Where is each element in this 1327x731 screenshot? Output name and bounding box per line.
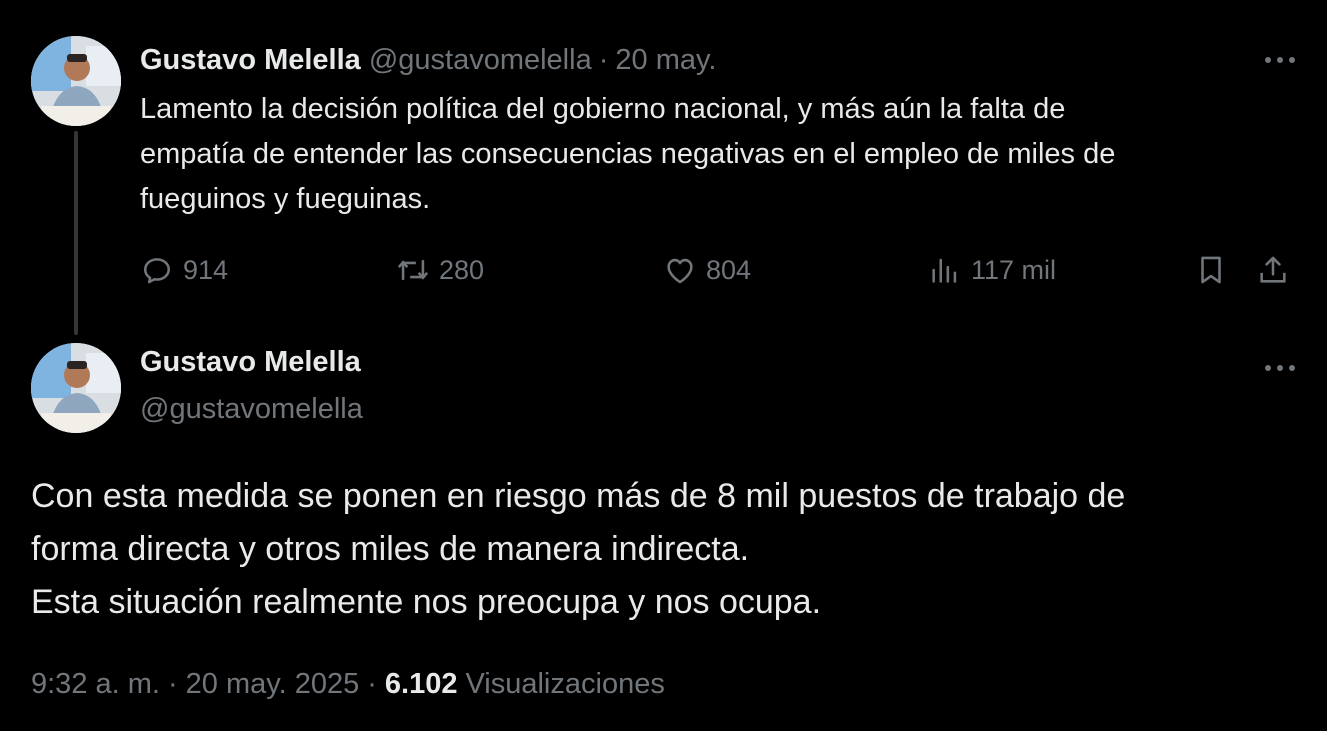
tweet-text-line: Esta situación realmente nos preocupa y …	[31, 583, 822, 621]
separator-dot: ·	[167, 668, 178, 700]
reply-button[interactable]: 914	[140, 248, 228, 292]
views-count: 6.102	[384, 668, 458, 700]
like-button[interactable]: 804	[663, 248, 751, 292]
share-button[interactable]	[1256, 248, 1290, 292]
retweet-count: 280	[439, 254, 485, 285]
author-name[interactable]: Gustavo Melella	[140, 44, 361, 77]
avatar[interactable]	[31, 36, 121, 126]
author-handle[interactable]: @gustavomelella	[369, 44, 592, 77]
like-icon	[667, 258, 693, 284]
tweet-thread: Gustavo Melella @gustavomelella · 20 may…	[0, 0, 1327, 731]
views-icon	[932, 258, 957, 283]
separator-dot: ·	[367, 668, 377, 700]
tweet-text: Lamento la decisión política del gobiern…	[140, 93, 1116, 215]
bookmark-button[interactable]	[1194, 248, 1228, 292]
share-icon	[1260, 256, 1286, 283]
reply-icon	[143, 258, 171, 284]
more-icon	[1265, 365, 1295, 371]
retweet-icon	[397, 260, 429, 280]
separator-dot: ·	[598, 43, 609, 76]
views-label: Visualizaciones	[465, 668, 665, 700]
retweet-button[interactable]: 280	[396, 248, 484, 292]
tweet-full-date[interactable]: 20 may. 2025	[186, 668, 360, 701]
thread-connector-line	[74, 131, 78, 335]
tweet-text-line: forma directa y otros miles de manera in…	[31, 530, 750, 568]
more-options-button[interactable]	[1260, 356, 1300, 380]
views-count: 117 mil	[971, 254, 1057, 285]
author-handle[interactable]: @gustavomelella	[140, 393, 363, 426]
tweet-actions: 914 280 804 117 mil	[140, 248, 1310, 292]
avatar[interactable]	[31, 343, 121, 433]
views-button[interactable]: 117 mil	[928, 248, 1056, 292]
bookmark-icon	[1201, 256, 1221, 284]
tweet-text-line: Con esta medida se ponen en riesgo más d…	[31, 477, 1126, 515]
more-options-button[interactable]	[1260, 48, 1300, 72]
tweet-header: Gustavo Melella @gustavomelella · 20 may…	[140, 40, 716, 80]
tweet-time[interactable]: 9:32 a. m.	[31, 668, 160, 701]
tweet-date[interactable]: 20 may.	[615, 44, 716, 77]
like-count: 804	[706, 254, 752, 285]
more-icon	[1265, 57, 1295, 63]
reply-count: 914	[183, 254, 229, 285]
tweet-text: Con esta medida se ponen en riesgo más d…	[31, 470, 1311, 629]
author-name[interactable]: Gustavo Melella	[140, 346, 361, 379]
tweet-metadata: 9:32 a. m. · 20 may. 2025 · 6.102 Visual…	[31, 668, 665, 701]
